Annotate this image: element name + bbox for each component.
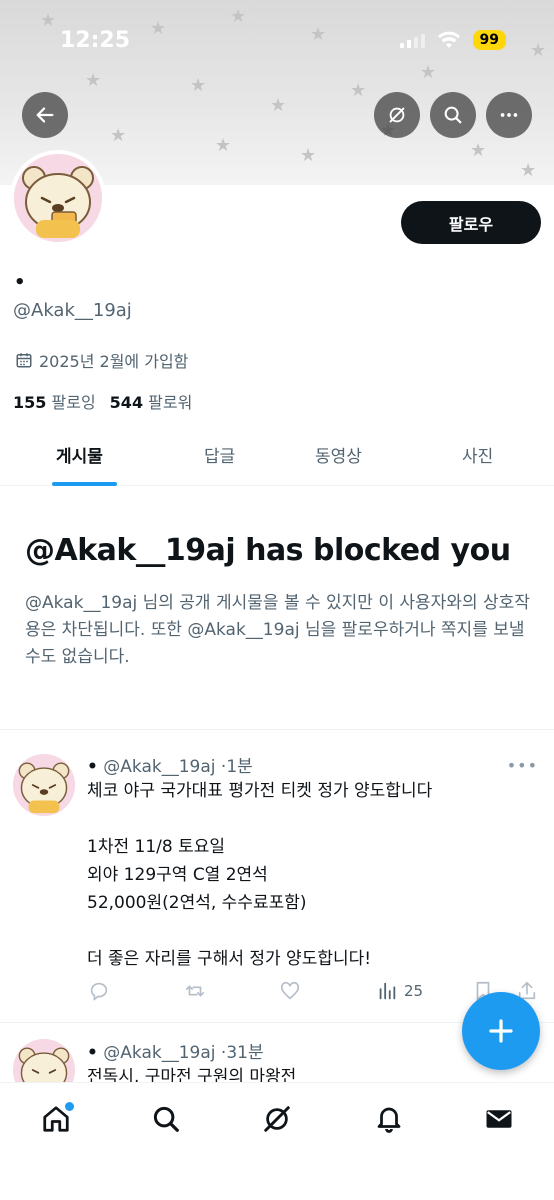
search-button[interactable] [430,92,476,138]
follow-button[interactable]: 팔로우 [401,201,541,244]
plus-icon [489,1019,513,1043]
followers-link[interactable]: 544 팔로워 [110,389,193,413]
post-author-handle[interactable]: @Akak__19aj [103,1043,215,1063]
repost-icon [185,985,205,997]
post-time[interactable]: 31분 [226,1043,263,1063]
back-arrow-icon [36,107,54,123]
profile-tabs: 게시물 답글 동영상 사진 [0,428,554,486]
grok-icon [264,1106,290,1132]
grok-icon [389,107,405,123]
tab-videos[interactable]: 동영상 [315,442,362,467]
calendar-icon [16,353,32,368]
bottom-nav [0,1082,554,1200]
post-author-name[interactable]: • [87,757,98,777]
blocked-description: @Akak__19aj 님의 공개 게시물을 볼 수 있지만 이 사용자와의 상… [25,593,530,667]
active-tab-indicator [52,482,117,486]
mail-icon [486,1110,512,1128]
post-item[interactable]: • @Akak__19aj ·1분 ••• 체코 야구 국가대표 평가전 티켓 … [0,730,554,1022]
profile-avatar[interactable] [10,150,106,246]
post-header: • @Akak__19aj ·1분 [87,752,253,777]
reply-icon [90,982,108,1001]
nav-notifications[interactable] [371,1101,407,1137]
nav-messages[interactable] [481,1101,517,1137]
blocked-title: @Akak__19aj has blocked you [25,533,511,568]
bell-icon [377,1107,401,1133]
tab-posts[interactable]: 게시물 [56,442,103,467]
like-button[interactable] [279,980,301,1002]
followers-count: 544 [109,393,144,412]
status-indicators: 99 [399,30,506,50]
nav-home[interactable] [38,1101,74,1137]
follow-stats: 155 팔로잉 544 팔로워 [13,389,192,413]
post-author-name[interactable]: • [87,1043,98,1063]
post-body: 체코 야구 국가대표 평가전 티켓 정가 양도합니다 1차전 11/8 토요일 … [87,781,433,969]
tab-replies[interactable]: 답글 [204,442,235,467]
battery-badge: 99 [472,30,506,50]
views-button[interactable]: 25 [376,980,423,1002]
post-avatar[interactable] [13,1039,75,1082]
like-icon [280,981,300,1000]
following-count: 155 [13,393,47,412]
signal-icon [399,32,425,48]
post-avatar[interactable] [13,754,75,816]
post-body: 전독시, 구마전 구원의 마왕전 [87,1067,297,1082]
post-actions: 25 [88,980,538,1004]
search-icon [153,1106,179,1132]
tab-photos[interactable]: 사진 [462,442,493,467]
more-button[interactable] [486,92,532,138]
views-count: 25 [404,982,424,1000]
post-more-icon[interactable]: ••• [507,756,538,775]
profile-handle: @Akak__19aj [13,300,132,321]
status-time: 12:25 [60,28,131,53]
nav-search[interactable] [148,1101,184,1137]
followers-label: 팔로워 [148,393,193,412]
following-label: 팔로잉 [51,393,96,412]
more-icon [500,113,518,117]
following-link[interactable]: 155 팔로잉 [13,389,96,413]
repost-button[interactable] [184,980,206,1002]
nav-grok[interactable] [259,1101,295,1137]
search-icon [444,106,462,124]
join-date: 2025년 2월에 가입함 [15,348,188,372]
back-button[interactable] [22,92,68,138]
bear-avatar-image [14,154,102,242]
post-time[interactable]: 1분 [226,757,252,777]
post-header: • @Akak__19aj ·31분 [87,1038,264,1063]
bear-avatar-image [13,754,75,816]
join-date-text: 2025년 2월에 가입함 [39,352,189,371]
bear-avatar-image [13,1039,75,1082]
compose-button[interactable] [462,992,540,1070]
reply-button[interactable] [88,980,110,1002]
wifi-icon [437,31,460,48]
grok-button[interactable] [374,92,420,138]
views-icon [379,982,396,1000]
notification-dot [65,1102,74,1111]
post-author-handle[interactable]: @Akak__19aj [103,757,215,777]
display-name: • [14,272,26,293]
